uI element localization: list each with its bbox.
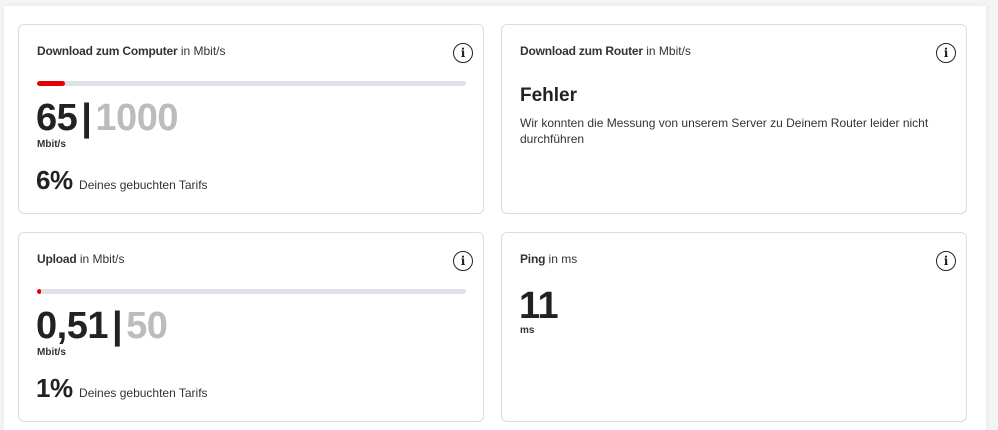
tariff-percentage: 1% Deines gebuchten Tarifs xyxy=(36,373,208,404)
error-message: Wir konnten die Messung von unserem Serv… xyxy=(520,116,929,146)
card-title-unit: in Mbit/s xyxy=(79,252,125,266)
tariff-percentage: 6% Deines gebuchten Tarifs xyxy=(36,165,208,196)
speed-unit: Mbit/s xyxy=(37,347,66,358)
card-title-label: Ping xyxy=(520,252,546,266)
card-title-label: Download zum Router xyxy=(520,44,643,58)
measured-value: 0,51 xyxy=(36,305,108,347)
download-computer-card: Download zum Computer in Mbit/s i 65 | 100… xyxy=(18,24,484,214)
download-router-card: Download zum Router in Mbit/s i Fehler W… xyxy=(501,24,967,214)
card-title-unit: in ms xyxy=(548,252,578,266)
ping-unit: ms xyxy=(520,325,535,336)
upload-progress-bar xyxy=(37,289,466,294)
value-separator: | xyxy=(111,305,123,347)
ping-value: 11 xyxy=(519,285,559,327)
download-progress-fill xyxy=(37,81,65,86)
speed-unit: Mbit/s xyxy=(37,139,66,150)
upload-card: Upload in Mbit/s i 0,51 | 50 Mbit/s 1% Dei… xyxy=(18,232,484,422)
ping-card: Ping in ms i 11 ms xyxy=(501,232,967,422)
speed-readout: 0,51 | 50 xyxy=(36,305,168,347)
results-panel: Download zum Computer in Mbit/s i 65 | 100… xyxy=(4,6,986,430)
measured-value: 65 xyxy=(36,97,78,139)
tariff-max-value: 1000 xyxy=(95,97,178,139)
card-title-label: Download zum Computer xyxy=(37,44,178,58)
value-separator: | xyxy=(81,97,92,139)
percent-value: 6% xyxy=(36,165,73,195)
tariff-max-value: 50 xyxy=(126,305,168,347)
card-title: Upload in Mbit/s xyxy=(37,252,125,266)
card-title: Download zum Router in Mbit/s xyxy=(520,44,691,58)
info-icon[interactable]: i xyxy=(453,43,473,63)
download-progress-bar xyxy=(37,81,466,86)
upload-progress-fill xyxy=(37,289,42,294)
card-title: Download zum Computer in Mbit/s xyxy=(37,44,226,58)
percent-label: Deines gebuchten Tarifs xyxy=(79,178,208,192)
card-title: Ping in ms xyxy=(520,252,577,266)
info-icon[interactable]: i xyxy=(453,251,473,271)
info-icon[interactable]: i xyxy=(936,251,956,271)
percent-value: 1% xyxy=(36,373,73,403)
card-title-unit: in Mbit/s xyxy=(646,44,691,58)
percent-label: Deines gebuchten Tarifs xyxy=(79,386,208,400)
speed-readout: 65 | 1000 xyxy=(36,99,178,137)
card-title-label: Upload xyxy=(37,252,77,266)
error-heading: Fehler xyxy=(520,85,578,106)
card-title-unit: in Mbit/s xyxy=(180,44,226,58)
info-icon[interactable]: i xyxy=(936,43,956,63)
